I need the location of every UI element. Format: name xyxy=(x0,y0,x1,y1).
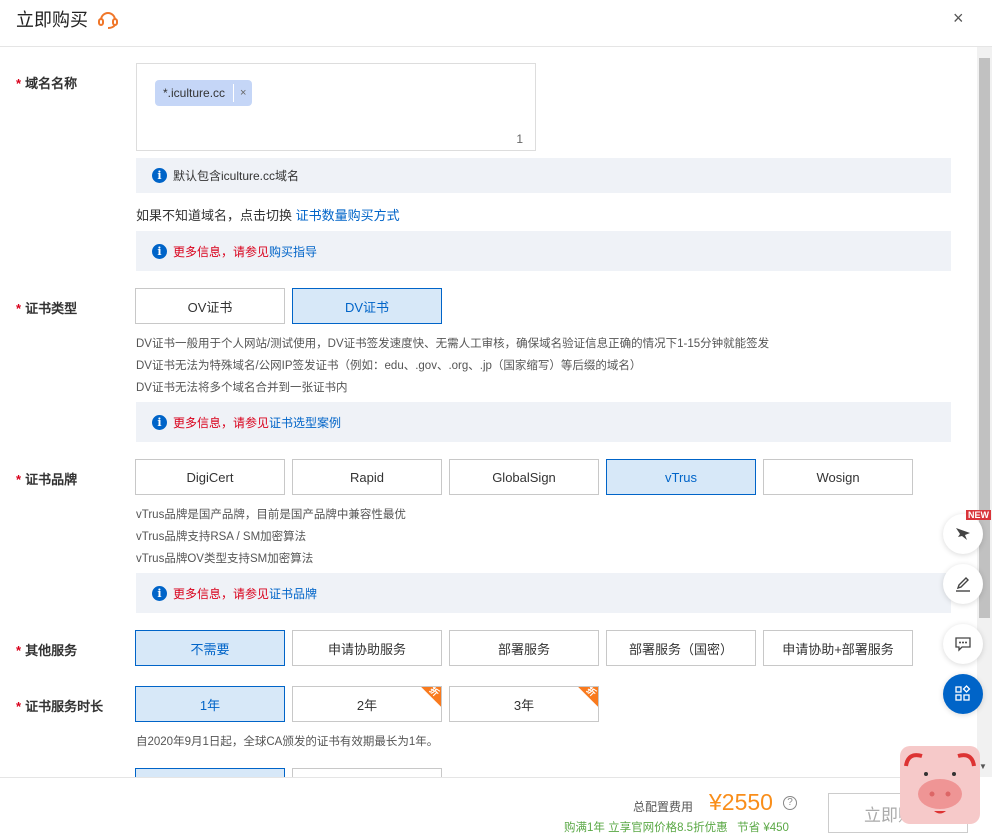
domain-count: 1 xyxy=(516,132,523,146)
option-service-3[interactable]: 部署服务（国密） xyxy=(606,630,756,666)
tag-remove-icon[interactable]: × xyxy=(233,84,252,102)
total-label: 总配置费用 xyxy=(633,800,694,814)
brand-desc: vTrus品牌是国产品牌，目前是国产品牌中兼容性最优 vTrus品牌支持RSA /… xyxy=(136,509,406,565)
dingtalk-button[interactable] xyxy=(943,514,983,554)
cert-selection-link[interactable]: 证书选型案例 xyxy=(269,414,341,431)
info-icon: i xyxy=(152,585,167,601)
switch-mode-link[interactable]: 证书数量购买方式 xyxy=(296,208,400,223)
discount-badge: 折 xyxy=(578,687,598,707)
dialog-title: 立即购买 xyxy=(16,6,119,32)
brand-label: * 证书品牌 xyxy=(16,472,78,487)
dingtalk-icon xyxy=(956,528,970,540)
feedback-button[interactable] xyxy=(943,564,983,604)
info-icon: i xyxy=(152,243,167,259)
option-service-4[interactable]: 申请协助+部署服务 xyxy=(763,630,913,666)
help-icon[interactable]: ? xyxy=(783,796,797,810)
option-service-2[interactable]: 部署服务 xyxy=(449,630,599,666)
pig-mascot-icon[interactable] xyxy=(900,746,980,824)
promo-text: 购满1年 立享官网价格8.5折优惠 节省 ¥450 xyxy=(564,822,789,834)
option-cert-type-0[interactable]: OV证书 xyxy=(135,288,285,324)
service-label: * 其他服务 xyxy=(16,643,78,658)
option-service-0[interactable]: 不需要 xyxy=(135,630,285,666)
chat-button[interactable] xyxy=(943,624,983,664)
partial-row xyxy=(135,768,455,777)
option-cert-type-1[interactable]: DV证书 xyxy=(292,288,442,324)
duration-label: * 证书服务时长 xyxy=(16,699,104,714)
headset-icon[interactable] xyxy=(97,9,119,29)
domain-info: i 默认包含iculture.cc域名 xyxy=(136,158,951,193)
domain-tag: *.iculture.cc × xyxy=(155,80,253,106)
info-icon: i xyxy=(152,168,167,183)
purchase-guide-link[interactable]: 购买指导 xyxy=(269,243,317,260)
new-badge: NEW xyxy=(966,510,991,520)
cert-type-desc: DV证书一般用于个人网站/测试使用，DV证书签发速度快、无需人工审核，确保域名验… xyxy=(136,338,770,394)
option-service-1[interactable]: 申请协助服务 xyxy=(292,630,442,666)
domain-label: * 域名名称 xyxy=(16,76,78,91)
discount-badge: 折 xyxy=(421,687,441,707)
domain-input[interactable]: *.iculture.cc × 1 xyxy=(136,63,536,151)
option-brand-2[interactable]: GlobalSign xyxy=(449,459,599,495)
cert-type-label: * 证书类型 xyxy=(16,301,78,316)
scroll-down-icon[interactable]: ▼ xyxy=(979,762,987,771)
option-duration-0[interactable]: 1年 xyxy=(135,686,285,722)
option-brand-3[interactable]: vTrus xyxy=(606,459,756,495)
option-duration-1[interactable]: 2年折 xyxy=(292,686,442,722)
brand-link[interactable]: 证书品牌 xyxy=(269,585,317,602)
total-price: ¥2550 xyxy=(709,789,773,815)
option-brand-4[interactable]: Wosign xyxy=(763,459,913,495)
option-button[interactable] xyxy=(292,768,442,777)
divider xyxy=(0,777,977,778)
apps-button[interactable] xyxy=(943,674,983,714)
chat-icon xyxy=(955,637,971,652)
divider xyxy=(0,46,992,47)
option-duration-2[interactable]: 3年折 xyxy=(449,686,599,722)
apps-icon xyxy=(955,685,971,701)
edit-icon xyxy=(956,577,970,592)
duration-note: 自2020年9月1日起，全球CA颁发的证书有效期最长为1年。 xyxy=(136,736,439,748)
option-brand-0[interactable]: DigiCert xyxy=(135,459,285,495)
more-info-box: i 更多信息，请参见 购买指导 xyxy=(136,231,951,271)
option-button[interactable] xyxy=(135,768,285,777)
option-brand-1[interactable]: Rapid xyxy=(292,459,442,495)
switch-hint: 如果不知道域名，点击切换 证书数量购买方式 xyxy=(136,208,400,223)
close-icon[interactable]: × xyxy=(953,8,964,29)
more-info-box: i 更多信息，请参见 证书选型案例 xyxy=(136,402,951,442)
more-info-box: i 更多信息，请参见 证书品牌 xyxy=(136,573,951,613)
info-icon: i xyxy=(152,414,167,430)
